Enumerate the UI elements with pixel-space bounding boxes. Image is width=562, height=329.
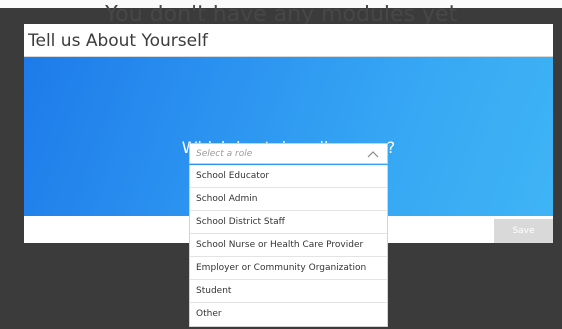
save-button[interactable]: Save <box>494 219 553 243</box>
role-option[interactable]: Student <box>190 280 387 303</box>
role-select-placeholder: Select a role <box>196 149 253 159</box>
backdrop-empty-state-title: You don't have any modules yet <box>104 5 458 25</box>
role-options-list: School Educator School Admin School Distri… <box>189 165 388 327</box>
role-option[interactable]: Other <box>190 303 387 326</box>
role-option[interactable]: School Educator <box>190 165 387 188</box>
role-select[interactable]: Select a role <box>189 143 388 164</box>
role-option[interactable]: School District Staff <box>190 211 387 234</box>
chevron-up-icon[interactable] <box>367 149 379 159</box>
role-option[interactable]: Employer or Community Organization <box>190 257 387 280</box>
role-option[interactable]: School Nurse or Health Care Provider <box>190 234 387 257</box>
role-option[interactable]: School Admin <box>190 188 387 211</box>
modal-header: Tell us About Yourself <box>24 24 553 57</box>
modal-title: Tell us About Yourself <box>28 31 208 51</box>
